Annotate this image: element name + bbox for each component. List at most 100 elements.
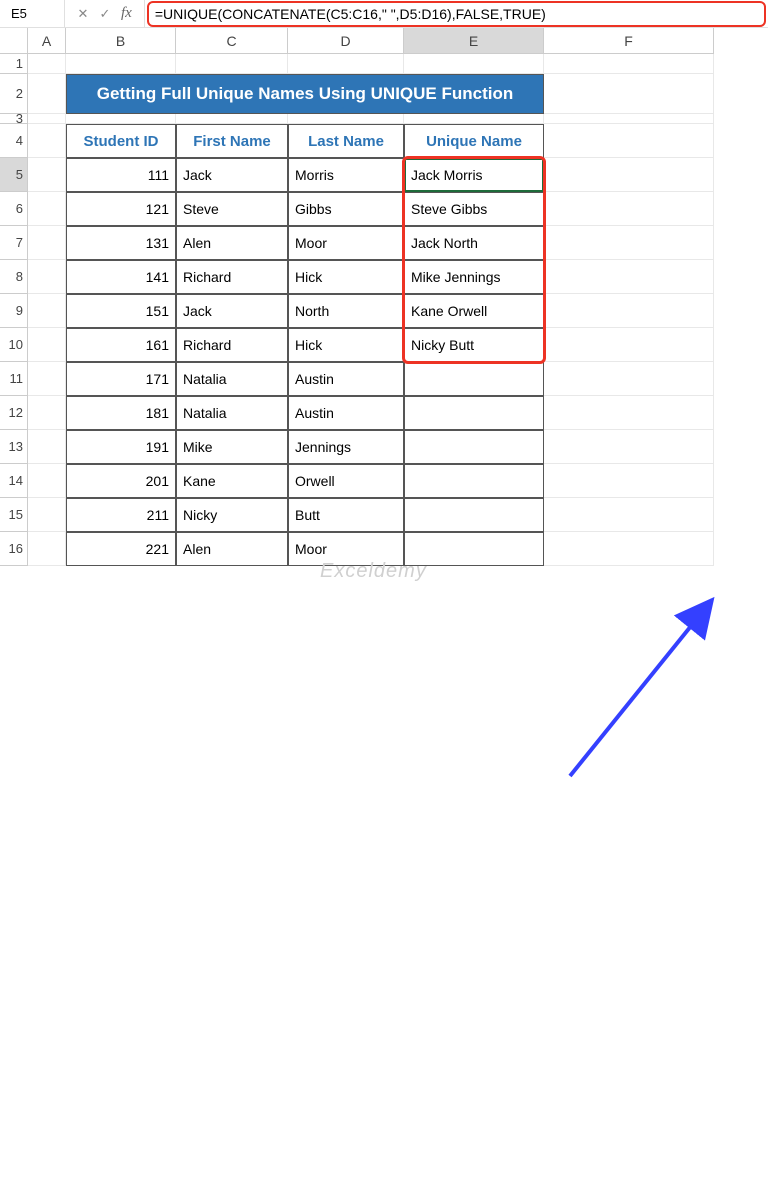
cell-id-6[interactable]: 121: [66, 192, 176, 226]
col-header-E[interactable]: E: [404, 28, 544, 54]
cell-first-13[interactable]: Mike: [176, 430, 288, 464]
cell-last-15[interactable]: Butt: [288, 498, 404, 532]
cell-A12[interactable]: [28, 396, 66, 430]
row-header-9[interactable]: 9: [0, 294, 28, 328]
cell-first-11[interactable]: Natalia: [176, 362, 288, 396]
cell-unique-13[interactable]: [404, 430, 544, 464]
cell-first-15[interactable]: Nicky: [176, 498, 288, 532]
cell-A5[interactable]: [28, 158, 66, 192]
cell-id-14[interactable]: 201: [66, 464, 176, 498]
cell-last-8[interactable]: Hick: [288, 260, 404, 294]
cell-B3[interactable]: [66, 114, 176, 124]
cell-A14[interactable]: [28, 464, 66, 498]
cell-last-11[interactable]: Austin: [288, 362, 404, 396]
row-header-6[interactable]: 6: [0, 192, 28, 226]
cell-A6[interactable]: [28, 192, 66, 226]
cell-unique-7[interactable]: Jack North: [404, 226, 544, 260]
cell-F10[interactable]: [544, 328, 714, 362]
cell-unique-16[interactable]: [404, 532, 544, 566]
cell-A16[interactable]: [28, 532, 66, 566]
name-box[interactable]: E5: [4, 2, 64, 26]
header-unique-name[interactable]: Unique Name: [404, 124, 544, 158]
cell-F15[interactable]: [544, 498, 714, 532]
cell-last-14[interactable]: Orwell: [288, 464, 404, 498]
cell-first-9[interactable]: Jack: [176, 294, 288, 328]
cell-A10[interactable]: [28, 328, 66, 362]
cell-unique-11[interactable]: [404, 362, 544, 396]
col-header-B[interactable]: B: [66, 28, 176, 54]
cell-id-11[interactable]: 171: [66, 362, 176, 396]
cell-F12[interactable]: [544, 396, 714, 430]
cell-last-9[interactable]: North: [288, 294, 404, 328]
row-header-14[interactable]: 14: [0, 464, 28, 498]
cell-C1[interactable]: [176, 54, 288, 74]
cell-id-8[interactable]: 141: [66, 260, 176, 294]
cell-first-12[interactable]: Natalia: [176, 396, 288, 430]
cell-id-12[interactable]: 181: [66, 396, 176, 430]
cell-F4[interactable]: [544, 124, 714, 158]
cell-unique-10[interactable]: Nicky Butt: [404, 328, 544, 362]
cell-F11[interactable]: [544, 362, 714, 396]
cell-last-16[interactable]: Moor: [288, 532, 404, 566]
cell-D1[interactable]: [288, 54, 404, 74]
cell-last-10[interactable]: Hick: [288, 328, 404, 362]
header-first-name[interactable]: First Name: [176, 124, 288, 158]
insert-function-button[interactable]: fx: [117, 5, 136, 22]
cell-unique-12[interactable]: [404, 396, 544, 430]
row-header-13[interactable]: 13: [0, 430, 28, 464]
cell-first-16[interactable]: Alen: [176, 532, 288, 566]
cell-unique-14[interactable]: [404, 464, 544, 498]
cell-F5[interactable]: [544, 158, 714, 192]
header-last-name[interactable]: Last Name: [288, 124, 404, 158]
row-header-4[interactable]: 4: [0, 124, 28, 158]
cell-A2[interactable]: [28, 74, 66, 114]
cell-last-13[interactable]: Jennings: [288, 430, 404, 464]
row-header-2[interactable]: 2: [0, 74, 28, 114]
cell-F2[interactable]: [544, 74, 714, 114]
cell-id-5[interactable]: 111: [66, 158, 176, 192]
cell-A7[interactable]: [28, 226, 66, 260]
cell-id-7[interactable]: 131: [66, 226, 176, 260]
cell-unique-6[interactable]: Steve Gibbs: [404, 192, 544, 226]
cell-A9[interactable]: [28, 294, 66, 328]
cell-D3[interactable]: [288, 114, 404, 124]
cell-first-6[interactable]: Steve: [176, 192, 288, 226]
row-header-16[interactable]: 16: [0, 532, 28, 566]
cell-F9[interactable]: [544, 294, 714, 328]
cell-A4[interactable]: [28, 124, 66, 158]
cell-E1[interactable]: [404, 54, 544, 74]
title-cell[interactable]: Getting Full Unique Names Using UNIQUE F…: [66, 74, 544, 114]
cell-last-12[interactable]: Austin: [288, 396, 404, 430]
cell-unique-15[interactable]: [404, 498, 544, 532]
cell-A11[interactable]: [28, 362, 66, 396]
select-all-corner[interactable]: [0, 28, 28, 54]
row-header-15[interactable]: 15: [0, 498, 28, 532]
cell-unique-8[interactable]: Mike Jennings: [404, 260, 544, 294]
col-header-F[interactable]: F: [544, 28, 714, 54]
cell-id-15[interactable]: 211: [66, 498, 176, 532]
row-header-11[interactable]: 11: [0, 362, 28, 396]
header-student-id[interactable]: Student ID: [66, 124, 176, 158]
cell-last-5[interactable]: Morris: [288, 158, 404, 192]
cell-F14[interactable]: [544, 464, 714, 498]
cell-F6[interactable]: [544, 192, 714, 226]
cell-F3[interactable]: [544, 114, 714, 124]
commit-formula-button[interactable]: ✓: [95, 4, 115, 24]
row-header-5[interactable]: 5: [0, 158, 28, 192]
cell-B1[interactable]: [66, 54, 176, 74]
row-header-3[interactable]: 3: [0, 114, 28, 124]
cell-F1[interactable]: [544, 54, 714, 74]
cell-A3[interactable]: [28, 114, 66, 124]
cell-F16[interactable]: [544, 532, 714, 566]
cell-F8[interactable]: [544, 260, 714, 294]
cell-unique-9[interactable]: Kane Orwell: [404, 294, 544, 328]
cell-A13[interactable]: [28, 430, 66, 464]
cell-id-13[interactable]: 191: [66, 430, 176, 464]
cell-id-16[interactable]: 221: [66, 532, 176, 566]
cell-last-6[interactable]: Gibbs: [288, 192, 404, 226]
cell-C3[interactable]: [176, 114, 288, 124]
col-header-A[interactable]: A: [28, 28, 66, 54]
row-header-10[interactable]: 10: [0, 328, 28, 362]
cell-first-14[interactable]: Kane: [176, 464, 288, 498]
cell-id-10[interactable]: 161: [66, 328, 176, 362]
